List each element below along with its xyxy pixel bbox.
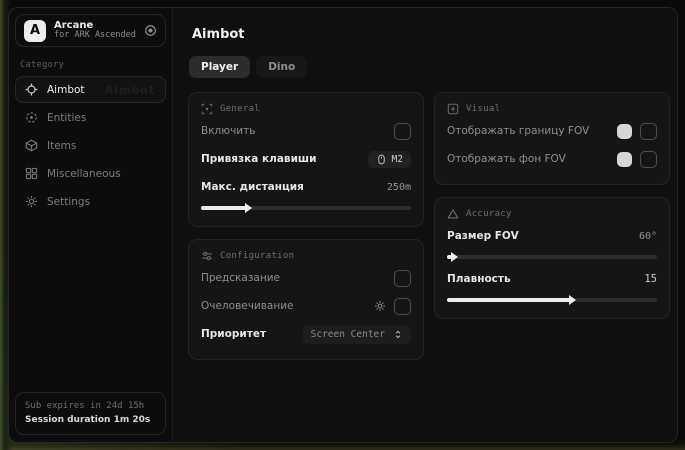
fov-border-color-swatch[interactable] [617,124,632,139]
enable-label: Включить [201,125,255,137]
fov-background-label: Отображать фон FOV [447,153,566,165]
chevron-up-down-icon [393,329,403,340]
smoothness-row: Плавность 15 [447,267,657,291]
fov-border-checkbox[interactable] [640,123,657,140]
max-distance-label: Макс. дистанция [201,181,304,193]
fov-border-label: Отображать границу FOV [447,125,589,137]
tab-bar: Player Dino [189,56,670,78]
app-title-block: Arcane for ARK Ascended [54,20,136,41]
sidebar-item-label: Miscellaneous [47,168,121,180]
prediction-label: Предсказание [201,272,280,284]
frame-plus-icon [447,103,459,115]
session-duration-text: Session duration 1m 20s [25,415,156,425]
configuration-card: Configuration Предсказание Очеловечивани… [188,239,424,360]
sidebar-item-miscellaneous[interactable]: Miscellaneous [15,160,166,187]
crosshair-icon [25,83,38,96]
sidebar-item-label: Settings [47,196,90,208]
cube-icon [25,139,38,152]
fov-size-value: 60° [639,231,657,242]
priority-dropdown[interactable]: Screen Center [303,325,411,344]
smoothness-slider[interactable] [447,298,657,302]
fov-background-checkbox[interactable] [640,151,657,168]
app-window: A Arcane for ARK Ascended Category [8,7,678,443]
page-title: Aimbot [192,27,670,42]
card-title: Visual [466,104,500,114]
tab-player[interactable]: Player [189,56,250,78]
visual-card: Visual Отображать границу FOV Отображать… [434,92,670,185]
fov-size-label: Размер FOV [447,230,519,242]
accuracy-card: Accuracy Размер FOV 60° Плавность 15 [434,197,670,319]
fov-background-row: Отображать фон FOV [447,147,657,171]
prediction-checkbox[interactable] [394,270,411,287]
prediction-row: Предсказание [201,266,411,290]
sidebar-item-items[interactable]: Items [15,132,166,159]
mouse-icon [376,154,387,165]
smoothness-slider-fill [447,298,569,302]
logo-card: A Arcane for ARK Ascended [15,14,166,47]
priority-value: Screen Center [311,329,385,340]
app-logo: A [24,20,46,42]
entities-icon [25,111,38,124]
sidebar-item-label: Items [47,140,76,152]
smoothness-value: 15 [644,273,657,285]
max-distance-value: 250m [387,182,411,193]
max-distance-slider[interactable] [201,206,411,210]
card-title: General [220,104,260,114]
subscription-info: Sub expires in 24d 15h Session duration … [15,392,166,435]
sub-expires-text: Sub expires in 24d 15h [25,401,156,411]
keybind-label: Привязка клавиши [201,153,316,165]
fov-border-row: Отображать границу FOV [447,119,657,143]
card-title: Accuracy [466,209,512,219]
sidebar-item-label: Aimbot [47,84,85,96]
general-card: General Включить Привязка клавиши [188,92,424,227]
priority-row: Приоритет Screen Center [201,322,411,346]
sidebar-item-entities[interactable]: Entities [15,104,166,131]
focus-icon[interactable] [144,24,157,37]
tune-icon [201,250,213,262]
max-distance-row: Макс. дистанция 250m [201,175,411,199]
sidebar-item-settings[interactable]: Settings [15,188,166,215]
fov-size-row: Размер FOV 60° [447,224,657,248]
keybind-button[interactable]: M2 [368,151,411,168]
card-title: Configuration [220,251,294,261]
scan-icon [201,103,213,115]
fov-size-slider[interactable] [447,255,657,259]
keybind-row: Привязка клавиши M2 [201,147,411,171]
humanization-settings-gear-icon[interactable] [374,300,386,312]
sidebar: A Arcane for ARK Ascended Category [9,8,173,442]
humanization-label: Очеловечивание [201,300,294,312]
app-subtitle: for ARK Ascended [54,31,136,41]
humanization-row: Очеловечивание [201,294,411,318]
main-panel: Aimbot Player Dino General [173,8,678,442]
tab-dino[interactable]: Dino [256,56,307,78]
sidebar-item-label: Entities [47,112,86,124]
sidebar-nav: Aimbot Aimbot Entities [15,76,166,215]
max-distance-slider-fill [201,206,245,210]
keybind-value: M2 [392,154,403,165]
enable-row: Включить [201,119,411,143]
humanization-checkbox[interactable] [394,298,411,315]
aimbot-ghost-label: Aimbot [105,83,155,96]
smoothness-label: Плавность [447,273,511,285]
sidebar-item-aimbot[interactable]: Aimbot Aimbot [15,76,166,103]
fov-size-slider-fill [447,255,451,259]
fov-background-color-swatch[interactable] [617,152,632,167]
triangle-icon [447,208,459,220]
category-label: Category [20,60,161,70]
priority-label: Приоритет [201,328,266,340]
grid-icon [25,167,38,180]
gear-icon [25,195,38,208]
enable-checkbox[interactable] [394,123,411,140]
